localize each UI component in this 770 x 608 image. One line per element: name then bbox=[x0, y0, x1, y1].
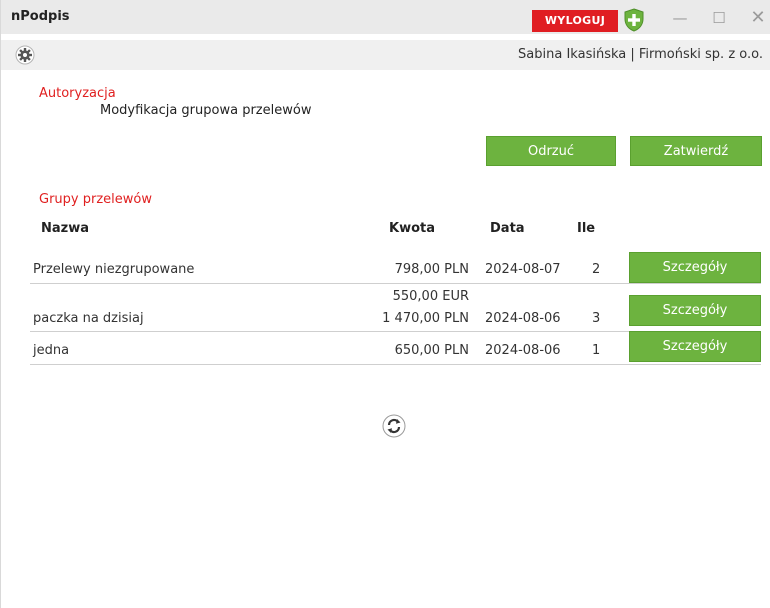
gear-icon[interactable] bbox=[15, 45, 35, 65]
header-count: Ile bbox=[577, 221, 596, 236]
logout-button[interactable]: WYLOGUJ bbox=[532, 10, 618, 32]
header-amount: Kwota bbox=[389, 221, 436, 236]
group-count: 2 bbox=[592, 262, 601, 277]
group-amount: 550,00 EUR bbox=[392, 289, 469, 304]
group-date: 2024-08-06 bbox=[485, 343, 561, 358]
group-amount: 1 470,00 PLN bbox=[382, 311, 469, 326]
header-name: Nazwa bbox=[41, 221, 90, 236]
user-bar: Sabina Ikasińska | Firmoński sp. z o.o. bbox=[1, 40, 770, 70]
title-bar[interactable]: nPodpis WYLOGUJ — ☐ ✕ bbox=[1, 0, 770, 34]
group-date: 2024-08-06 bbox=[485, 311, 561, 326]
groups-title: Grupy przelewów bbox=[39, 192, 152, 207]
header-date: Data bbox=[490, 221, 525, 236]
user-company-info: Sabina Ikasińska | Firmoński sp. z o.o. bbox=[518, 47, 763, 62]
group-date: 2024-08-07 bbox=[485, 262, 561, 277]
close-button[interactable]: ✕ bbox=[745, 6, 770, 30]
group-count: 3 bbox=[592, 311, 601, 326]
group-name: Przelewy niezgrupowane bbox=[33, 262, 195, 277]
row-divider bbox=[30, 283, 761, 284]
details-button[interactable]: Szczegóły bbox=[629, 331, 761, 362]
refresh-icon[interactable] bbox=[382, 414, 406, 438]
authorization-title: Autoryzacja bbox=[39, 86, 116, 101]
shield-icon[interactable] bbox=[623, 8, 645, 32]
group-amount: 650,00 PLN bbox=[394, 343, 469, 358]
group-amount: 798,00 PLN bbox=[394, 262, 469, 277]
details-button[interactable]: Szczegóły bbox=[629, 295, 761, 326]
row-divider bbox=[30, 364, 761, 365]
minimize-button[interactable]: — bbox=[667, 6, 693, 30]
maximize-button[interactable]: ☐ bbox=[706, 6, 732, 30]
reject-button[interactable]: Odrzuć bbox=[486, 136, 616, 166]
group-count: 1 bbox=[592, 343, 601, 358]
details-button[interactable]: Szczegóły bbox=[629, 252, 761, 283]
group-name: paczka na dzisiaj bbox=[33, 311, 144, 326]
group-name: jedna bbox=[33, 343, 70, 358]
approve-button[interactable]: Zatwierdź bbox=[630, 136, 762, 166]
app-window: nPodpis WYLOGUJ — ☐ ✕ Sabina Ikasińska |… bbox=[0, 0, 770, 608]
authorization-subtitle: Modyfikacja grupowa przelewów bbox=[100, 103, 312, 118]
app-title: nPodpis bbox=[11, 9, 70, 24]
